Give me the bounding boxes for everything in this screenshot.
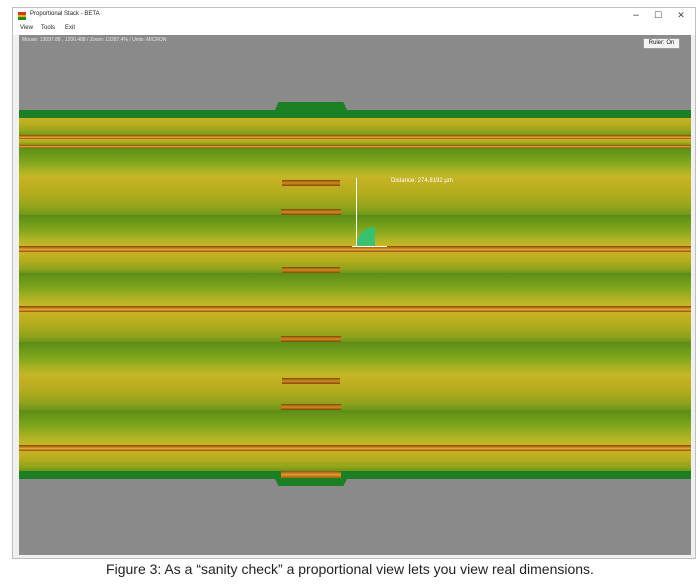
core-layer: [19, 215, 691, 246]
top-solder-mask-layer: [19, 110, 691, 118]
inner-pad: [282, 180, 340, 186]
bottom-solder-mask-layer: [19, 471, 691, 479]
inner-pad: [282, 378, 340, 384]
top-mask-bump: [275, 102, 347, 110]
stackup-canvas[interactable]: Mouse: 13097.88 , 1200.488 / Zoom: 13287…: [19, 35, 691, 555]
prepreg-layer: [19, 376, 691, 410]
core-layer: [19, 342, 691, 376]
menu-bar: View Tools Exit: [13, 24, 695, 35]
inner-pad: [282, 267, 340, 273]
bottom-pad: [281, 471, 341, 478]
ruler-baseline[interactable]: [352, 246, 387, 247]
close-button[interactable]: ✕: [669, 9, 693, 23]
core-layer: [19, 148, 691, 178]
figure-caption: Figure 3: As a “sanity check” a proporti…: [106, 561, 594, 577]
ruler-vertical-line[interactable]: [356, 178, 357, 246]
stack-layers-icon: [18, 12, 26, 20]
menu-tools[interactable]: Tools: [41, 25, 55, 31]
inner-pad: [281, 336, 341, 342]
prepreg-layer: [19, 451, 691, 471]
inner-pad: [281, 404, 341, 410]
prepreg-layer: [19, 118, 691, 135]
menu-exit[interactable]: Exit: [65, 25, 75, 31]
status-readout: Mouse: 13097.88 , 1200.488 / Zoom: 13287…: [22, 37, 167, 43]
window-title: Proportional Stack - BETA: [30, 11, 100, 17]
minimize-button[interactable]: −: [624, 9, 648, 23]
ruler-toggle-button[interactable]: Ruler: On: [643, 38, 680, 49]
bottom-mask-bump: [275, 479, 347, 486]
inner-pad: [281, 209, 341, 215]
core-layer: [19, 410, 691, 445]
menu-view[interactable]: View: [20, 25, 33, 31]
prepreg-layer: [19, 178, 691, 215]
distance-label: Distance: 274.8192 µm: [391, 178, 453, 184]
core-layer: [19, 273, 691, 306]
prepreg-layer: [19, 312, 691, 342]
title-bar: Proportional Stack - BETA − ☐ ✕: [13, 8, 695, 24]
app-window: Proportional Stack - BETA − ☐ ✕ View Too…: [12, 7, 696, 559]
prepreg-layer: [19, 252, 691, 273]
maximize-button[interactable]: ☐: [646, 9, 670, 23]
